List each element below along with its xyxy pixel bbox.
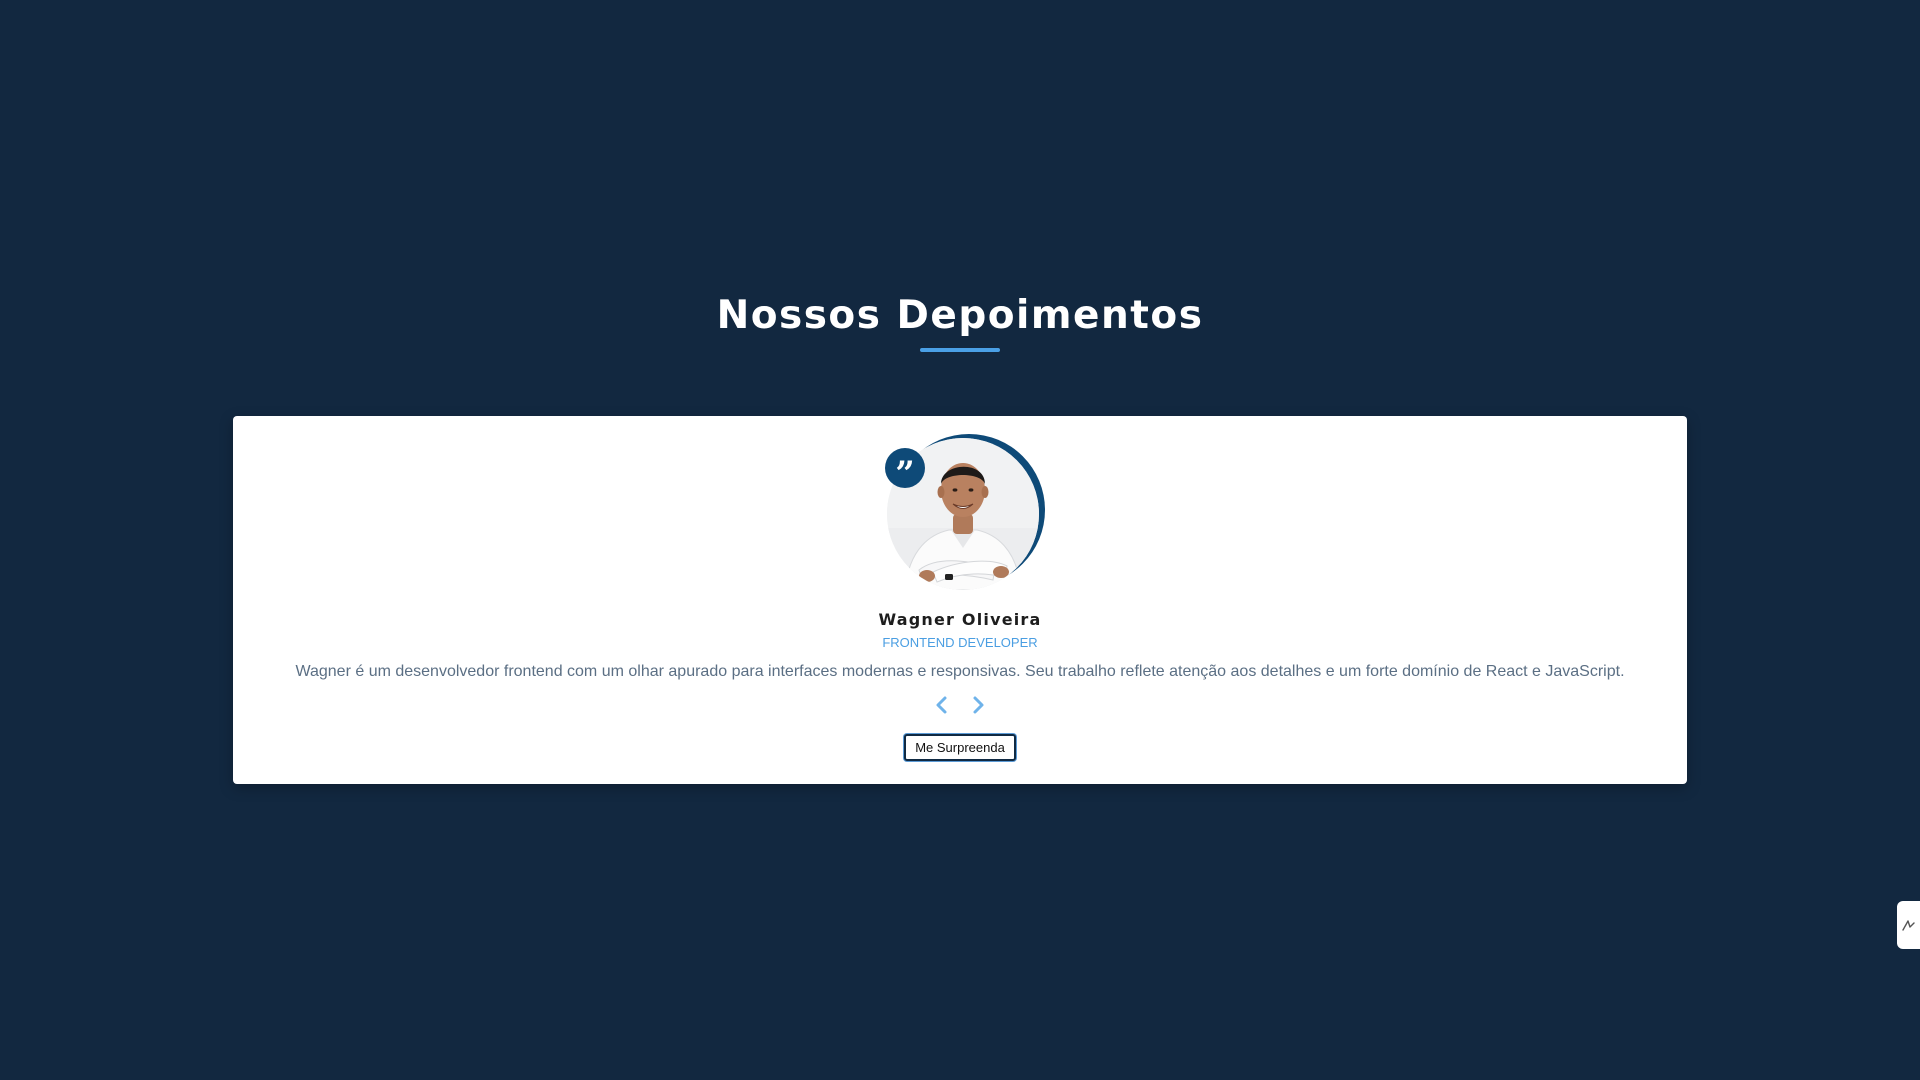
chevron-right-icon <box>973 696 984 714</box>
testimonial-text: Wagner é um desenvolvedor frontend com u… <box>295 663 1625 680</box>
testimonial-card: ” Wagner Oliveira FRONTEND DEVELOPER Wag… <box>233 416 1687 784</box>
title-underline <box>920 348 1000 352</box>
quote-icon: ” <box>885 448 925 494</box>
chevron-left-icon <box>936 696 947 714</box>
testimonial-name: Wagner Oliveira <box>878 610 1042 629</box>
section-title: Nossos Depoimentos <box>716 293 1204 338</box>
next-button[interactable] <box>966 693 990 717</box>
side-tab[interactable] <box>1897 901 1920 949</box>
testimonial-role: FRONTEND DEVELOPER <box>882 635 1038 650</box>
previous-button[interactable] <box>930 693 954 717</box>
side-tab-icon <box>1902 920 1915 931</box>
avatar-container: ” <box>885 434 1051 600</box>
surprise-me-button[interactable]: Me Surpreenda <box>904 734 1016 761</box>
